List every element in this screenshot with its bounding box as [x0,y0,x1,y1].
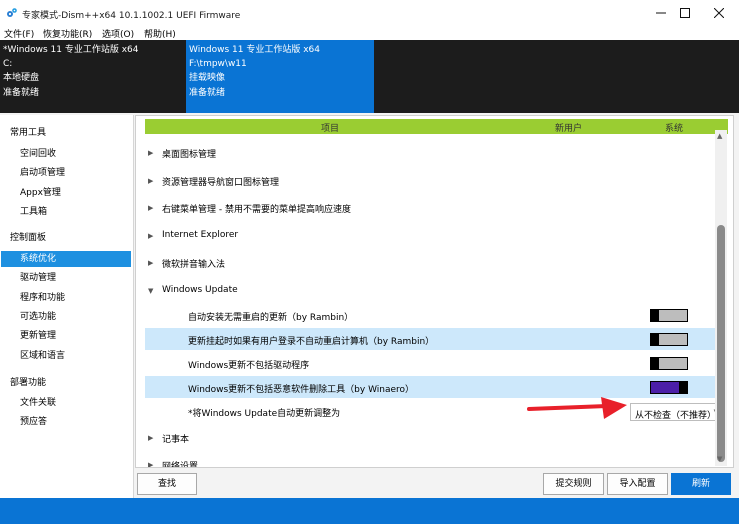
dism-window: 专家模式-Dism++x64 10.1.1002.1 UEFI Firmware… [0,0,739,524]
option-label: *将Windows Update自动更新调整为 [188,409,341,419]
sidebar-item-system-optimize[interactable]: 系统优化 [1,251,131,267]
toggle-switch[interactable] [650,309,688,322]
option-row: 自动安装无需重启的更新（by Rambin） [145,304,716,326]
toggle-switch[interactable] [650,333,688,346]
dropdown-value: 从不检查（不推荐） [635,411,717,421]
header-new-user: 新用户 [555,124,583,134]
sidebar-section-deploy: 部署功能 [10,378,47,388]
menu-options[interactable]: 选项(O) [102,27,134,40]
expand-arrow-icon: ▶ [148,232,154,240]
sidebar-item-toolbox[interactable]: 工具箱 [1,204,131,220]
menu-bar: 文件(F) 恢复功能(R) 选项(O) 帮助(H) [0,26,739,40]
menu-file[interactable]: 文件(F) [4,27,34,40]
submit-rules-button[interactable]: 提交规则 [543,473,604,495]
sidebar: 常用工具 空间回收 启动项管理 Appx管理 工具箱 控制面板 系统优化 驱动管… [0,115,134,498]
expand-arrow-icon: ▶ [148,177,154,185]
header-system: 系统 [665,124,684,134]
menu-restore[interactable]: 恢复功能(R) [43,27,92,40]
sidebar-item-optional-features[interactable]: 可选功能 [1,309,131,325]
close-button[interactable] [704,0,734,26]
find-button[interactable]: 查找 [137,473,197,495]
expand-arrow-icon: ▶ [148,204,154,212]
window-title: 专家模式-Dism++x64 10.1.1002.1 UEFI Firmware [22,11,241,21]
annotation-arrow-icon [527,397,627,419]
image-type: 挂载映像 [189,73,226,84]
option-label: 更新挂起时如果有用户登录不自动重启计算机（by Rambin） [188,337,435,347]
scroll-up-icon[interactable]: ▲ [717,132,722,140]
image-selector-bar: *Windows 11 专业工作站版 x64 C: 本地硬盘 准备就绪 Wind… [0,40,739,113]
toggle-switch[interactable] [650,381,688,394]
scroll-down-icon[interactable]: ▼ [717,455,722,463]
option-label: Windows更新不包括驱动程序 [188,361,310,371]
image-type: 本地硬盘 [3,73,40,84]
image-name: Windows 11 专业工作站版 x64 [189,45,320,55]
sidebar-item-appx[interactable]: Appx管理 [1,185,131,201]
sidebar-item-updates[interactable]: 更新管理 [1,328,131,344]
sidebar-section-control-panel: 控制面板 [10,233,47,243]
image-panel-mounted[interactable]: Windows 11 专业工作站版 x64 F:\tmpw\w11 挂载映像 准… [186,40,374,113]
image-status: 准备就绪 [3,87,40,98]
sidebar-section-common-tools: 常用工具 [10,128,47,138]
option-row: Windows更新不包括恶意软件删除工具（by Winaero） [145,376,716,398]
sidebar-item-file-assoc[interactable]: 文件关联 [1,395,131,411]
toggle-switch[interactable] [650,357,688,370]
image-path: C: [3,59,13,70]
image-path: F:\tmpw\w11 [189,59,247,70]
option-label: 自动安装无需重启的更新（by Rambin） [188,313,354,323]
image-panel-local[interactable]: *Windows 11 专业工作站版 x64 C: 本地硬盘 准备就绪 [0,40,185,113]
table-header: 项目 新用户 系统 [145,119,728,134]
expand-arrow-icon: ▶ [148,434,154,442]
collapse-arrow-icon: ▼ [148,287,154,295]
app-gear-icon [7,8,17,17]
sidebar-item-space-cleanup[interactable]: 空间回收 [1,146,131,162]
header-item: 项目 [321,124,340,134]
sidebar-item-drivers[interactable]: 驱动管理 [1,270,131,286]
update-mode-dropdown[interactable]: 从不检查（不推荐） ▼ [630,403,724,421]
close-icon [714,8,724,18]
maximize-button[interactable] [670,0,700,26]
expand-arrow-icon: ▶ [148,461,154,468]
minimize-icon [656,12,666,14]
import-config-button[interactable]: 导入配置 [607,473,668,495]
sidebar-item-region-language[interactable]: 区域和语言 [1,348,131,364]
option-label: Windows更新不包括恶意软件删除工具（by Winaero） [188,385,415,395]
refresh-button[interactable]: 刷新 [671,473,731,495]
maximize-icon [680,8,690,18]
expand-arrow-icon: ▶ [148,259,154,267]
optimization-list: 项目 新用户 系统 ▶ 桌面图标管理 ▶ 资源管理器导航窗口图标管理 ▶ 右键菜… [135,115,734,468]
option-row: Windows更新不包括驱动程序 [145,352,716,374]
expand-arrow-icon: ▶ [148,149,154,157]
menu-help[interactable]: 帮助(H) [144,27,176,40]
title-bar: 专家模式-Dism++x64 10.1.1002.1 UEFI Firmware [0,0,739,26]
sidebar-item-startup[interactable]: 启动项管理 [1,165,131,181]
sidebar-item-programs[interactable]: 程序和功能 [1,290,131,306]
option-row: *将Windows Update自动更新调整为 从不检查（不推荐） ▼ [145,400,724,422]
option-row: 更新挂起时如果有用户登录不自动重启计算机（by Rambin） [145,328,716,350]
vertical-scrollbar[interactable]: ▲ ▼ [715,130,727,466]
scroll-thumb[interactable] [717,225,725,462]
image-status: 准备就绪 [189,87,226,98]
sidebar-item-answer-file[interactable]: 预应答 [1,414,131,430]
image-name: *Windows 11 专业工作站版 x64 [3,45,139,55]
status-bar [0,498,739,524]
